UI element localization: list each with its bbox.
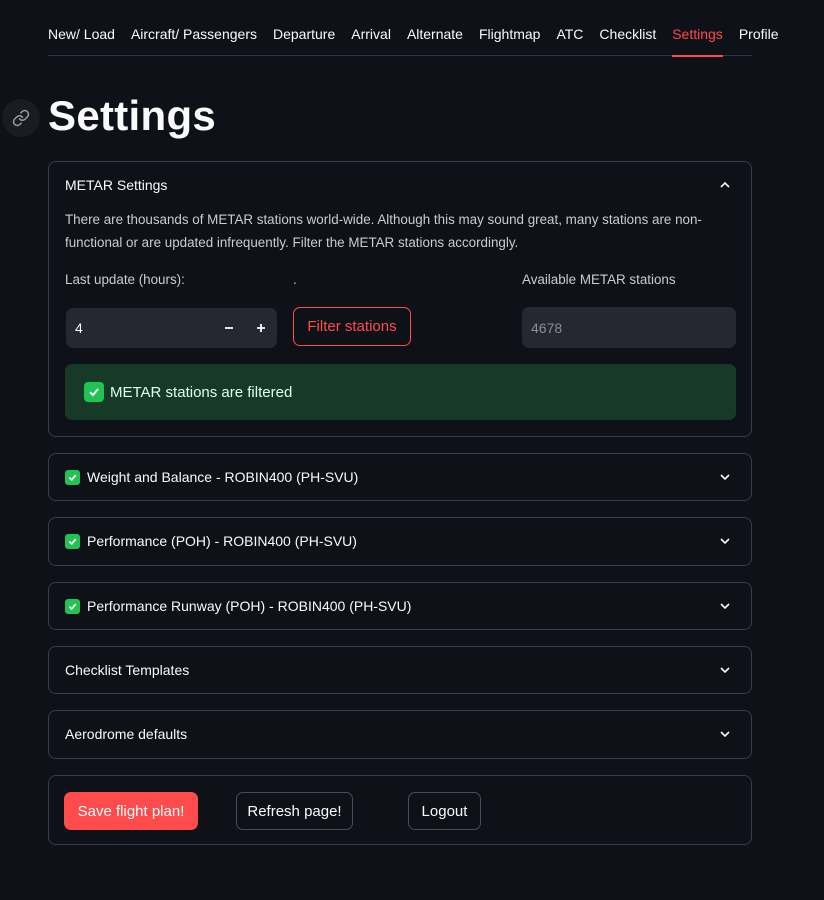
checkmark-icon [65, 598, 80, 614]
dot-label: . [293, 272, 297, 287]
action-bar: Save flight plan! Refresh page! Logout [48, 775, 752, 845]
tab-aircraft-passengers[interactable]: Aircraft/ Passengers [131, 18, 257, 56]
chevron-up-icon [715, 175, 735, 195]
last-update-stepper: 4 [66, 308, 277, 348]
expander-label: Weight and Balance - ROBIN400 (PH-SVU) [87, 469, 359, 485]
expander-label: Performance Runway (POH) - ROBIN400 (PH-… [87, 598, 412, 614]
tab-atc[interactable]: ATC [556, 18, 583, 56]
tab-checklist[interactable]: Checklist [599, 18, 656, 56]
chevron-down-icon [715, 596, 735, 616]
save-flight-plan-button[interactable]: Save flight plan! [64, 792, 198, 830]
settings-page: New/ Load Aircraft/ Passengers Departure… [0, 0, 824, 900]
metar-settings-header[interactable]: METAR Settings [49, 162, 751, 208]
tab-flightmap[interactable]: Flightmap [479, 18, 540, 56]
performance-poh-expander[interactable]: Performance (POH) - ROBIN400 (PH-SVU) [48, 517, 752, 566]
increment-button[interactable] [245, 308, 277, 348]
chevron-down-icon [715, 467, 735, 487]
metar-description: There are thousands of METAR stations wo… [65, 212, 702, 250]
tab-departure[interactable]: Departure [273, 18, 335, 56]
checkmark-icon [84, 382, 104, 402]
chevron-down-icon [715, 660, 735, 680]
chevron-down-icon [715, 531, 735, 551]
success-alert: METAR stations are filtered [65, 364, 736, 420]
page-title: Settings [48, 92, 217, 139]
metar-settings-label: METAR Settings [65, 177, 168, 193]
tab-alternate[interactable]: Alternate [407, 18, 463, 56]
link-icon[interactable] [2, 99, 40, 137]
decrement-button[interactable] [213, 308, 245, 348]
available-stations-label: Available METAR stations [522, 272, 676, 287]
checklist-templates-expander[interactable]: Checklist Templates [48, 646, 752, 694]
aerodrome-defaults-expander[interactable]: Aerodrome defaults [48, 710, 752, 759]
checkmark-icon [65, 533, 80, 549]
tab-arrival[interactable]: Arrival [351, 18, 391, 56]
available-stations-field: 4678 [522, 307, 736, 348]
tab-profile[interactable]: Profile [739, 18, 779, 56]
tab-bar: New/ Load Aircraft/ Passengers Departure… [48, 18, 779, 57]
tab-new-load[interactable]: New/ Load [48, 18, 115, 56]
tab-settings[interactable]: Settings [672, 18, 723, 57]
metar-settings-expander: METAR Settings There are thousands of ME… [48, 161, 752, 437]
chevron-down-icon [715, 724, 735, 744]
last-update-label: Last update (hours): [65, 272, 185, 287]
weight-balance-expander[interactable]: Weight and Balance - ROBIN400 (PH-SVU) [48, 453, 752, 501]
filter-stations-button[interactable]: Filter stations [293, 307, 411, 346]
performance-runway-expander[interactable]: Performance Runway (POH) - ROBIN400 (PH-… [48, 582, 752, 630]
expander-label: Performance (POH) - ROBIN400 (PH-SVU) [87, 533, 357, 549]
last-update-input[interactable]: 4 [66, 320, 213, 336]
expander-label: Aerodrome defaults [65, 726, 188, 742]
checkmark-icon [65, 469, 80, 485]
expander-label: Checklist Templates [65, 662, 190, 678]
logout-button[interactable]: Logout [408, 792, 481, 830]
success-message: METAR stations are filtered [110, 383, 293, 401]
refresh-page-button[interactable]: Refresh page! [236, 792, 353, 830]
